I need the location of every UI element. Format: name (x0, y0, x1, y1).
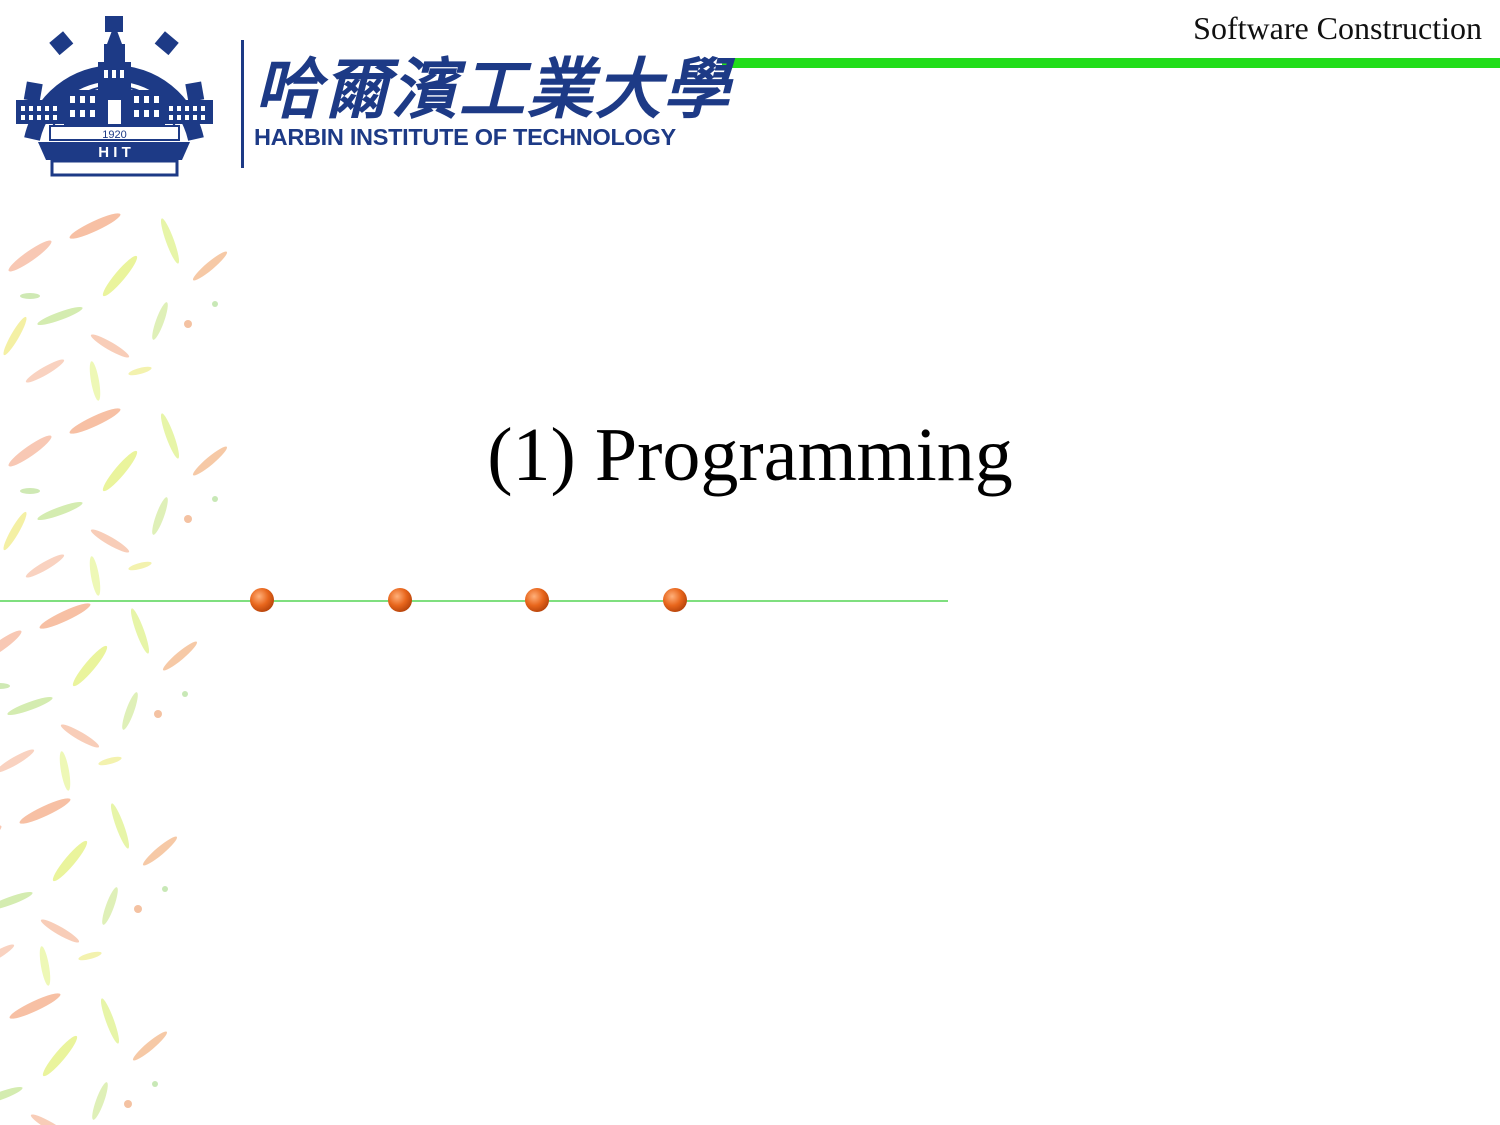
seal-year: 1920 (102, 129, 126, 141)
timeline-dot (388, 588, 412, 612)
course-label: Software Construction (1193, 10, 1482, 46)
leaf-pattern-decoration (0, 209, 230, 1125)
university-name-english: HARBIN INSTITUTE OF TECHNOLOGY (254, 124, 676, 150)
university-name-chinese: 哈爾濱工業大學 (255, 50, 731, 128)
timeline-dot (250, 588, 274, 612)
header-accent-bar (722, 58, 1500, 68)
slide-title: (1) Programming (487, 413, 1013, 497)
logo-divider (241, 40, 244, 168)
timeline-divider (0, 588, 948, 612)
slide: Software Construction 1920 H I T 哈爾濱工業大學… (0, 0, 1500, 1125)
timeline-dot (525, 588, 549, 612)
seal-initials: H I T (98, 144, 131, 161)
timeline-dot (663, 588, 687, 612)
hit-seal-icon: 1920 H I T (16, 16, 213, 177)
university-logo: 1920 H I T 哈爾濱工業大學 HARBIN INSTITUTE OF T… (12, 14, 729, 182)
